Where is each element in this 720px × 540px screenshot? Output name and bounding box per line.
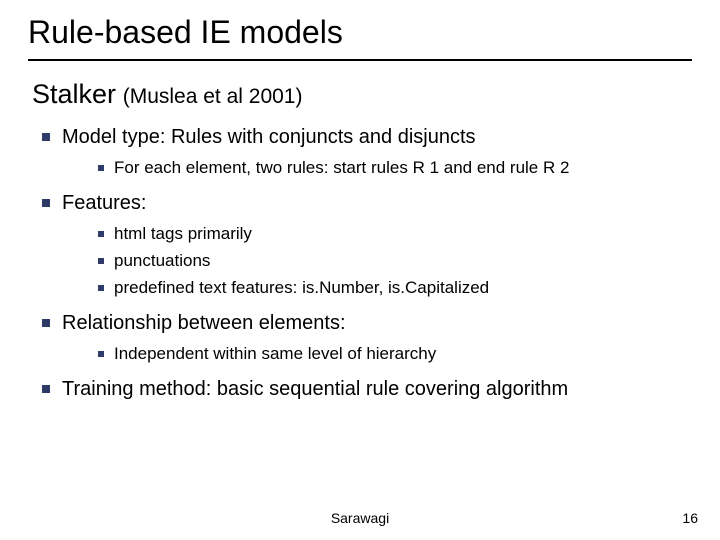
footer-author: Sarawagi [0, 510, 720, 526]
bullet-text: html tags primarily [114, 224, 252, 243]
list-item: Relationship between elements: Independe… [40, 310, 720, 366]
slide-title: Rule-based IE models [0, 0, 720, 57]
bullet-text: predefined text features: is.Number, is.… [114, 278, 489, 297]
subtitle-citation: (Muslea et al 2001) [123, 85, 303, 108]
sub-list: html tags primarily punctuations predefi… [62, 223, 720, 300]
slide: Rule-based IE models Stalker (Muslea et … [0, 0, 720, 540]
list-item: For each element, two rules: start rules… [96, 157, 720, 180]
sub-list: For each element, two rules: start rules… [62, 157, 720, 180]
slide-subtitle: Stalker (Muslea et al 2001) [0, 79, 720, 110]
subtitle-main: Stalker [32, 79, 116, 109]
bullet-text: Model type: Rules with conjuncts and dis… [62, 126, 476, 148]
list-item: predefined text features: is.Number, is.… [96, 277, 720, 300]
title-underline [28, 59, 692, 61]
bullet-text: For each element, two rules: start rules… [114, 158, 569, 177]
bullet-list: Model type: Rules with conjuncts and dis… [0, 124, 720, 403]
bullet-text: Relationship between elements: [62, 312, 346, 334]
list-item: html tags primarily [96, 223, 720, 246]
list-item: Features: html tags primarily punctuatio… [40, 190, 720, 300]
list-item: punctuations [96, 250, 720, 273]
sub-list: Independent within same level of hierarc… [62, 343, 720, 366]
list-item: Independent within same level of hierarc… [96, 343, 720, 366]
bullet-text: Features: [62, 192, 146, 214]
list-item: Training method: basic sequential rule c… [40, 376, 720, 403]
bullet-text: Independent within same level of hierarc… [114, 344, 436, 363]
bullet-text: Training method: basic sequential rule c… [62, 378, 568, 400]
list-item: Model type: Rules with conjuncts and dis… [40, 124, 720, 180]
bullet-text: punctuations [114, 251, 210, 270]
page-number: 16 [682, 510, 698, 526]
